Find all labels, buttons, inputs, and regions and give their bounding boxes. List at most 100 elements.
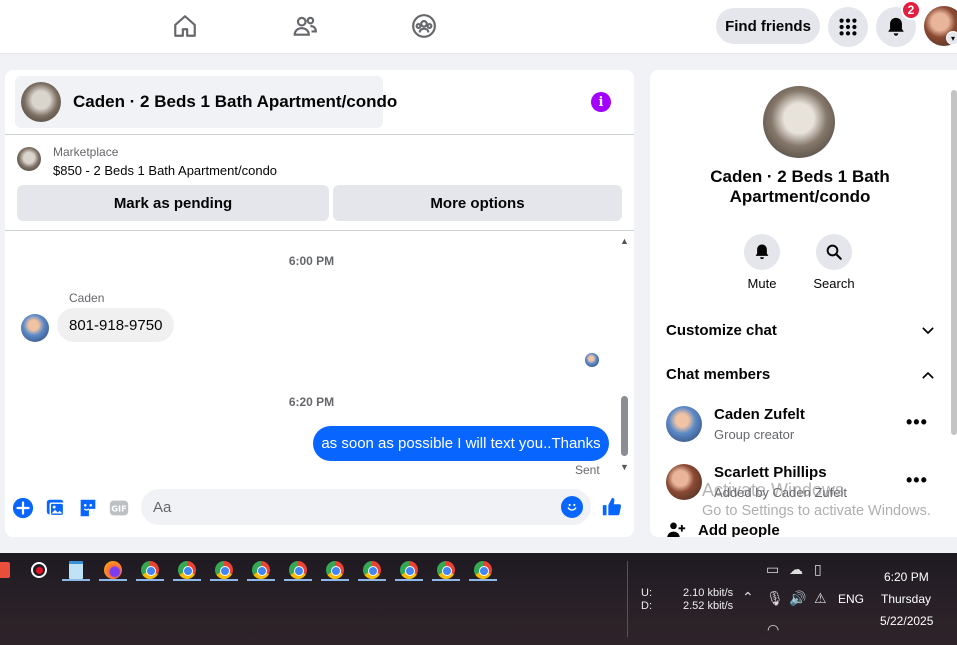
clock-day[interactable]: Thursday	[881, 592, 931, 606]
taskbar-active-indicator	[395, 579, 423, 581]
microphone-icon[interactable]: 🎙	[766, 590, 784, 607]
chrome-icon[interactable]	[213, 559, 235, 581]
scrollbar-thumb[interactable]	[621, 396, 628, 456]
battery-icon[interactable]: ▭	[766, 561, 779, 578]
clock-date[interactable]: 5/22/2025	[880, 614, 933, 628]
marketplace-label: Marketplace	[53, 145, 119, 159]
member-name[interactable]: Scarlett Phillips	[714, 464, 827, 481]
member-avatar[interactable]	[666, 464, 702, 500]
more-icon[interactable]: •••	[906, 470, 928, 491]
chrome-icon[interactable]	[287, 559, 309, 581]
timestamp-separator: 6:00 PM	[288, 254, 335, 268]
plus-icon[interactable]	[12, 497, 34, 519]
taskbar-active-indicator	[210, 579, 238, 581]
chevron-down-icon[interactable]: ▾	[946, 31, 957, 45]
emoji-icon[interactable]	[561, 496, 583, 518]
sent-status: Sent	[575, 463, 600, 477]
listing-photo	[763, 86, 835, 158]
chrome-icon[interactable]	[139, 559, 161, 581]
chrome-icon[interactable]	[361, 559, 383, 581]
more-icon[interactable]: •••	[906, 412, 928, 433]
thumbs-up-icon[interactable]	[601, 496, 623, 518]
chrome-icon[interactable]	[324, 559, 346, 581]
chat-header[interactable]: Caden · 2 Beds 1 Bath Apartment/condo	[15, 76, 397, 128]
notification-badge: 2	[901, 0, 921, 20]
message-input[interactable]: Aa	[141, 489, 591, 525]
taskbar-active-indicator	[469, 579, 497, 581]
incoming-message[interactable]: 801-918-9750	[57, 308, 175, 342]
info-icon[interactable]: i	[591, 92, 611, 112]
language-indicator[interactable]: ENG	[838, 592, 864, 606]
menu-grid-button[interactable]	[828, 7, 868, 47]
member-name[interactable]: Caden Zufelt	[714, 406, 805, 423]
friends-icon[interactable]	[291, 12, 319, 40]
chrome-icon[interactable]	[398, 559, 420, 581]
chrome-icon[interactable]	[435, 559, 457, 581]
download-speed: 2.52 kbit/s	[683, 600, 734, 612]
chevron-down-icon	[922, 326, 934, 334]
divider	[5, 230, 634, 231]
mark-as-pending-button[interactable]: Mark as pending	[17, 185, 329, 221]
scroll-up-arrow[interactable]: ▲	[620, 236, 629, 246]
customize-chat-label: Customize chat	[666, 322, 777, 339]
scroll-down-arrow[interactable]: ▼	[620, 462, 629, 472]
chat-members-label: Chat members	[666, 366, 771, 383]
info-title: Caden · 2 Beds 1 Bath Apartment/condo	[710, 167, 890, 206]
chat-info-panel: Caden · 2 Beds 1 Bath Apartment/condo Mu…	[650, 70, 957, 537]
taskbar-active-indicator	[136, 579, 164, 581]
photo-icon[interactable]	[45, 497, 67, 519]
network-alert-icon[interactable]: ⚠	[814, 590, 827, 607]
record-icon[interactable]	[28, 559, 50, 581]
taskbar-active-indicator	[358, 579, 386, 581]
home-icon[interactable]	[171, 12, 199, 40]
listing-thumbnail	[21, 82, 61, 122]
search-icon	[826, 244, 842, 260]
chevron-up-icon	[922, 371, 934, 379]
upload-speed: 2.10 kbit/s	[683, 587, 734, 599]
top-navigation-bar: Find friends 2 ▾	[0, 0, 957, 54]
gif-icon[interactable]: GIF	[108, 497, 130, 519]
grid-icon	[839, 18, 857, 36]
listing-summary[interactable]: $850 - 2 Beds 1 Bath Apartment/condo	[53, 163, 277, 178]
taskbar-active-indicator	[284, 579, 312, 581]
chat-panel: Caden · 2 Beds 1 Bath Apartment/condo i …	[5, 70, 634, 537]
chrome-icon[interactable]	[250, 559, 272, 581]
search-button[interactable]	[816, 234, 852, 270]
add-people-button[interactable]: Add people	[666, 520, 780, 537]
sender-avatar[interactable]	[21, 314, 49, 342]
add-person-icon	[667, 522, 686, 537]
taskbar-active-indicator	[173, 579, 201, 581]
firefox-icon[interactable]	[102, 559, 124, 581]
chrome-icon[interactable]	[176, 559, 198, 581]
cloud-icon[interactable]: ☁	[789, 561, 803, 578]
mute-label: Mute	[747, 276, 777, 291]
notepad-icon[interactable]	[65, 559, 87, 581]
marketplace-thumbnail	[17, 147, 41, 171]
chevron-up-icon[interactable]: ⌃	[742, 589, 754, 606]
find-friends-button[interactable]: Find friends	[716, 8, 820, 44]
wifi-icon[interactable]: ◠	[767, 621, 779, 638]
download-label: D:	[641, 600, 652, 612]
groups-icon[interactable]	[410, 12, 438, 40]
divider	[5, 134, 634, 135]
sticker-icon[interactable]	[77, 497, 99, 519]
chat-members-section[interactable]: Chat members	[666, 366, 936, 383]
device-icon[interactable]: ▯	[814, 561, 822, 578]
outgoing-message[interactable]: as soon as possible I will text you..Tha…	[313, 426, 609, 461]
activate-windows-watermark: Activate Windows	[702, 480, 845, 500]
chat-title: Caden · 2 Beds 1 Bath Apartment/condo	[73, 92, 398, 111]
member-role: Group creator	[714, 427, 795, 442]
chrome-icon[interactable]	[472, 559, 494, 581]
taskbar-active-indicator	[432, 579, 460, 581]
timestamp-separator: 6:20 PM	[288, 395, 335, 409]
scrollbar-thumb[interactable]	[951, 90, 957, 435]
taskbar-active-indicator	[62, 579, 90, 581]
customize-chat-section[interactable]: Customize chat	[666, 322, 936, 339]
member-avatar[interactable]	[666, 406, 702, 442]
clock-time[interactable]: 6:20 PM	[884, 570, 929, 584]
mute-button[interactable]	[744, 234, 780, 270]
more-options-button[interactable]: More options	[333, 185, 622, 221]
volume-icon[interactable]: 🔊	[789, 590, 806, 607]
sender-name: Caden	[69, 291, 105, 305]
app-icon[interactable]	[0, 559, 14, 581]
